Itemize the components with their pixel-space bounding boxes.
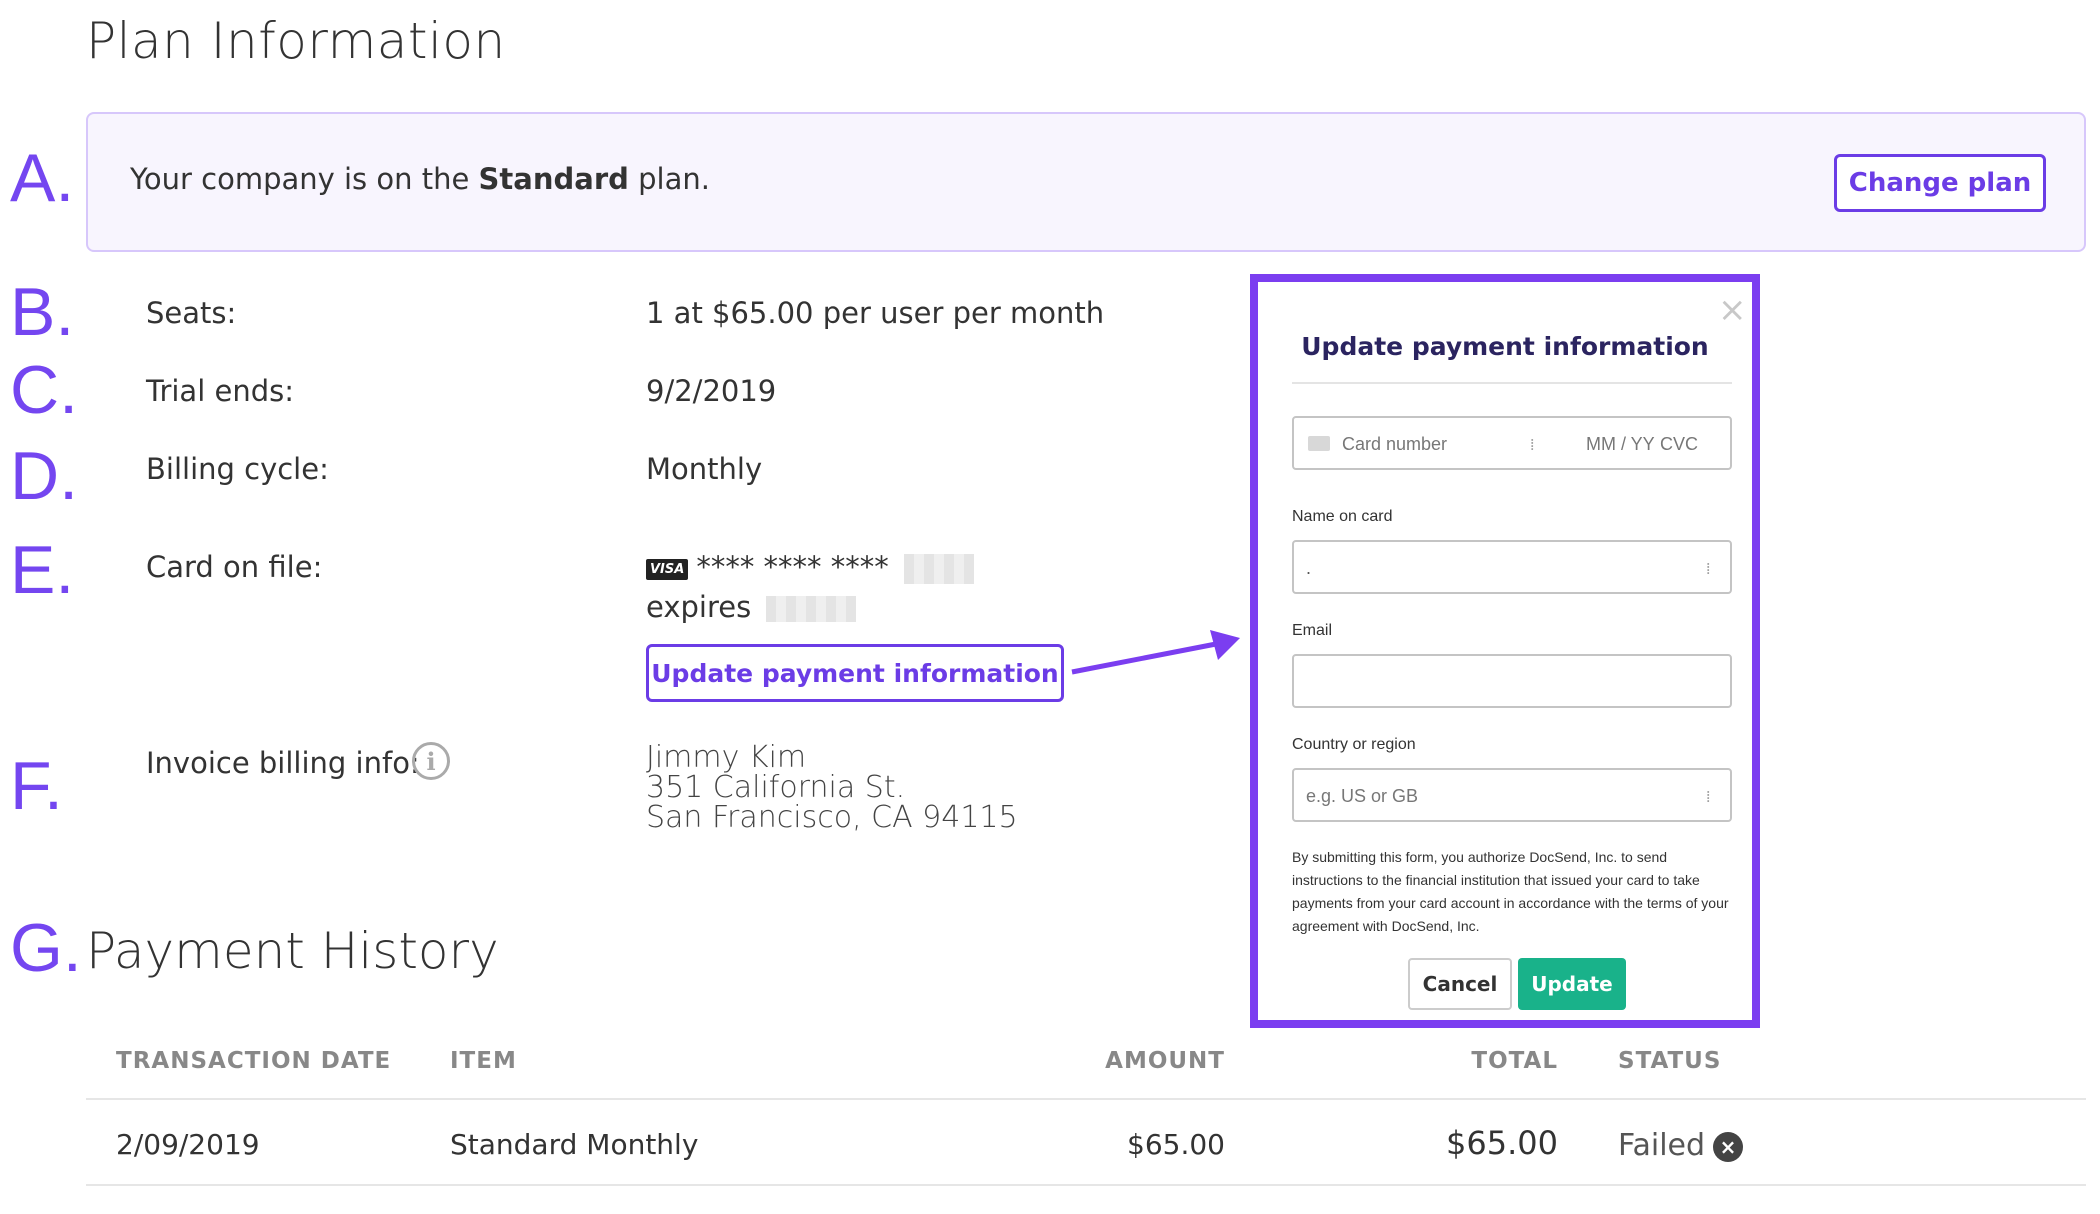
keyboard-icon: ⁞ [1706, 787, 1711, 806]
consent-text: By submitting this form, you authorize D… [1292, 849, 1729, 934]
marker-f: F. [10, 748, 63, 824]
column-status: STATUS [1618, 1048, 1722, 1074]
seats-label: Seats: [146, 296, 237, 330]
card-on-file-label: Card on file: [146, 550, 323, 584]
expiry-redacted [766, 596, 857, 622]
row-date: 2/09/2019 [116, 1128, 260, 1161]
plan-text-suffix: plan. [638, 162, 710, 196]
status-text: Failed [1618, 1128, 1706, 1163]
card-mask: **** **** **** [696, 550, 889, 584]
card-number-line: VISA **** **** **** [646, 550, 974, 584]
info-icon[interactable]: i [412, 742, 450, 780]
update-button[interactable]: Update [1518, 958, 1626, 1010]
column-item: ITEM [450, 1048, 517, 1074]
expiry-input[interactable] [1584, 418, 1658, 470]
payment-history-title: Payment History [86, 922, 499, 980]
column-transaction-date: TRANSACTION DATE [116, 1048, 392, 1074]
modal-title: Update payment information [1301, 332, 1709, 361]
name-on-card-input[interactable] [1304, 542, 1688, 594]
keyboard-icon: ⁞ [1530, 435, 1535, 454]
close-icon[interactable]: × [1718, 290, 1747, 330]
trial-value: 9/2/2019 [646, 374, 777, 408]
row-status: Failed × [1618, 1128, 1744, 1163]
column-total: TOTAL [1471, 1048, 1558, 1074]
marker-a: A. [10, 140, 75, 216]
marker-g: G. [10, 910, 82, 986]
table-header-divider [86, 1098, 2086, 1100]
cancel-button[interactable]: Cancel [1408, 958, 1512, 1010]
table-row-divider [86, 1184, 2086, 1186]
marker-c: C. [10, 352, 78, 428]
country-field[interactable]: ⁞ [1292, 768, 1732, 822]
plan-banner: Your company is on the Standard plan. Ch… [86, 112, 2086, 252]
arrow-icon [1071, 630, 1240, 675]
marker-b: B. [10, 274, 75, 350]
card-expiry-line: expires [646, 590, 857, 624]
keyboard-icon: ⁞ [1706, 559, 1711, 578]
row-amount: $65.00 [1127, 1128, 1225, 1161]
change-plan-button[interactable]: Change plan [1834, 154, 2046, 212]
billing-cycle-value: Monthly [646, 452, 763, 486]
modal-divider [1292, 382, 1732, 384]
update-payment-modal: × Update payment information ⁞ Name on c… [1250, 274, 1760, 1028]
name-field[interactable]: ⁞ [1292, 540, 1732, 594]
cvc-input[interactable] [1658, 418, 1712, 470]
card-icon [1308, 436, 1330, 451]
column-amount: AMOUNT [1105, 1048, 1225, 1074]
invoice-billing-label: Invoice billing info: [146, 746, 420, 780]
failed-x-icon: × [1713, 1131, 1744, 1162]
email-field[interactable] [1292, 654, 1732, 708]
update-payment-button[interactable]: Update payment information [646, 644, 1064, 702]
address-line-city: San Francisco, CA 94115 [646, 800, 1018, 835]
row-total: $65.00 [1446, 1124, 1558, 1162]
plan-summary: Your company is on the Standard plan. [130, 162, 710, 196]
email-input[interactable] [1304, 656, 1688, 708]
plan-name: Standard [478, 162, 629, 196]
seats-value: 1 at $65.00 per user per month [646, 296, 1105, 330]
plan-text-prefix: Your company is on the [130, 162, 470, 196]
card-number-input[interactable] [1340, 418, 1514, 470]
country-input[interactable] [1304, 770, 1688, 822]
row-item: Standard Monthly [450, 1128, 699, 1161]
billing-cycle-label: Billing cycle: [146, 452, 329, 486]
trial-label: Trial ends: [146, 374, 294, 408]
page-title: Plan Information [86, 12, 506, 70]
card-last-digits-redacted [903, 554, 974, 584]
marker-e: E. [10, 532, 75, 608]
email-label: Email [1292, 622, 1333, 639]
visa-icon: VISA [646, 558, 689, 580]
expires-label: expires [646, 590, 752, 624]
marker-d: D. [10, 438, 78, 514]
name-on-card-label: Name on card [1292, 508, 1393, 525]
country-label: Country or region [1292, 736, 1416, 753]
card-field[interactable]: ⁞ [1292, 416, 1732, 470]
